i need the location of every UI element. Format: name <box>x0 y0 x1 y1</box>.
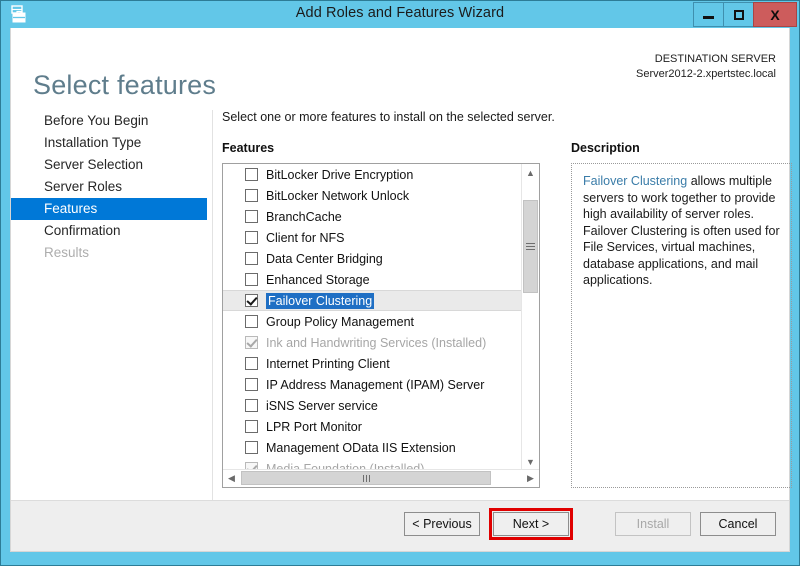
features-list: BitLocker Drive Encryption BitLocker Netw… <box>223 164 522 470</box>
feature-checkbox-icon[interactable] <box>245 231 258 244</box>
features-column-label: Features <box>222 141 275 155</box>
feature-label: Failover Clustering <box>266 292 375 309</box>
feature-row[interactable]: iSNS Server service <box>223 395 522 416</box>
previous-button[interactable]: < Previous <box>404 512 480 536</box>
minimize-icon <box>703 15 714 19</box>
feature-checkbox-icon[interactable] <box>245 294 258 307</box>
feature-checkbox-icon[interactable] <box>245 420 258 433</box>
description-column-label: Description <box>571 141 640 155</box>
feature-label: BitLocker Network Unlock <box>266 188 410 203</box>
scroll-grip-icon <box>362 474 371 482</box>
page-title: Select features <box>33 70 217 101</box>
feature-checkbox-icon[interactable] <box>245 357 258 370</box>
scroll-up-icon[interactable]: ▲ <box>522 164 539 181</box>
nav-divider <box>212 110 213 514</box>
footer-buttons: < Previous Next > Install Cancel <box>404 508 776 540</box>
feature-row[interactable]: Group Policy Management <box>223 311 522 332</box>
sidebar-item-installation-type[interactable]: Installation Type <box>11 132 207 154</box>
destination-label: DESTINATION SERVER <box>654 53 776 65</box>
sidebar-item-server-roles[interactable]: Server Roles <box>11 176 207 198</box>
feature-label: Internet Printing Client <box>266 356 390 371</box>
feature-label: BranchCache <box>266 209 342 224</box>
maximize-icon <box>733 9 744 20</box>
feature-checkbox-icon[interactable] <box>245 252 258 265</box>
previous-button-wrap: < Previous <box>404 512 480 536</box>
install-button-wrap: Install <box>615 512 691 536</box>
feature-row[interactable]: Data Center Bridging <box>223 248 522 269</box>
button-spacer <box>582 512 606 536</box>
features-horizontal-scrollbar[interactable]: ◀ ▶ <box>223 469 539 487</box>
sidebar-item-before-you-begin[interactable]: Before You Begin <box>11 110 207 132</box>
feature-row[interactable]: BranchCache <box>223 206 522 227</box>
close-button[interactable]: X <box>753 2 797 27</box>
feature-checkbox-icon[interactable] <box>245 315 258 328</box>
feature-row[interactable]: BitLocker Network Unlock <box>223 185 522 206</box>
destination-server-block: DESTINATION SERVER Server2012-2.xpertste… <box>636 52 776 82</box>
sidebar-item-confirmation[interactable]: Confirmation <box>11 220 207 242</box>
feature-row[interactable]: Ink and Handwriting Services (Installed) <box>223 332 522 353</box>
minimize-button[interactable] <box>693 2 724 27</box>
feature-label: iSNS Server service <box>266 398 378 413</box>
scroll-down-icon[interactable]: ▼ <box>522 453 539 470</box>
description-body: allows multiple servers to work together… <box>583 174 780 287</box>
feature-checkbox-icon <box>245 336 258 349</box>
feature-checkbox-icon[interactable] <box>245 210 258 223</box>
scroll-grip-icon <box>526 241 535 252</box>
feature-row[interactable]: BitLocker Drive Encryption <box>223 164 522 185</box>
feature-label: Management OData IIS Extension <box>266 440 456 455</box>
instruction-text: Select one or more features to install o… <box>222 110 555 124</box>
feature-label: IP Address Management (IPAM) Server <box>266 377 485 392</box>
window-controls: X <box>693 2 797 27</box>
wizard-nav: Before You Begin Installation Type Server … <box>11 110 207 264</box>
feature-checkbox-icon[interactable] <box>245 441 258 454</box>
feature-checkbox-icon[interactable] <box>245 168 258 181</box>
feature-label: Enhanced Storage <box>266 272 370 287</box>
feature-row[interactable]: IP Address Management (IPAM) Server <box>223 374 522 395</box>
feature-row[interactable]: Enhanced Storage <box>223 269 522 290</box>
sidebar-item-features[interactable]: Features <box>11 198 207 220</box>
client-area: Select features DESTINATION SERVER Serve… <box>10 28 792 552</box>
feature-label: Data Center Bridging <box>266 251 383 266</box>
feature-label: Group Policy Management <box>266 314 414 329</box>
feature-row[interactable]: Internet Printing Client <box>223 353 522 374</box>
footer-bar: < Previous Next > Install Cancel <box>11 500 789 551</box>
horizontal-scroll-thumb[interactable] <box>241 471 491 485</box>
description-feature-name: Failover Clustering <box>583 174 688 188</box>
feature-checkbox-icon[interactable] <box>245 189 258 202</box>
cancel-button-wrap: Cancel <box>700 512 776 536</box>
feature-label: BitLocker Drive Encryption <box>266 167 414 182</box>
scroll-right-icon[interactable]: ▶ <box>522 470 539 486</box>
description-box: Failover Clustering allows multiple serv… <box>571 163 792 488</box>
feature-row[interactable]: Management OData IIS Extension <box>223 437 522 458</box>
feature-label: Client for NFS <box>266 230 345 245</box>
features-listbox[interactable]: BitLocker Drive Encryption BitLocker Netw… <box>222 163 540 488</box>
sidebar-item-results: Results <box>44 245 90 260</box>
next-button-annotation: Next > <box>489 508 573 540</box>
feature-checkbox-icon[interactable] <box>245 399 258 412</box>
wizard-window: Add Roles and Features Wizard X Select f… <box>0 0 800 566</box>
cancel-button[interactable]: Cancel <box>700 512 776 536</box>
feature-row[interactable]: Failover Clustering <box>223 290 522 311</box>
vertical-scroll-thumb[interactable] <box>523 200 538 293</box>
window-title: Add Roles and Features Wizard <box>295 5 505 21</box>
feature-label: Ink and Handwriting Services (Installed) <box>266 335 487 350</box>
sidebar-item-server-selection[interactable]: Server Selection <box>11 154 207 176</box>
destination-server-name: Server2012-2.xpertstec.local <box>635 68 776 80</box>
feature-label: LPR Port Monitor <box>266 419 362 434</box>
feature-checkbox-icon[interactable] <box>245 273 258 286</box>
feature-row[interactable]: Client for NFS <box>223 227 522 248</box>
next-button[interactable]: Next > <box>493 512 569 536</box>
feature-checkbox-icon[interactable] <box>245 378 258 391</box>
title-bar: Add Roles and Features Wizard X <box>1 1 799 28</box>
install-button: Install <box>615 512 691 536</box>
feature-row[interactable]: LPR Port Monitor <box>223 416 522 437</box>
scroll-left-icon[interactable]: ◀ <box>223 470 240 486</box>
features-vertical-scrollbar[interactable]: ▲ ▼ <box>521 164 539 470</box>
maximize-button[interactable] <box>723 2 754 27</box>
